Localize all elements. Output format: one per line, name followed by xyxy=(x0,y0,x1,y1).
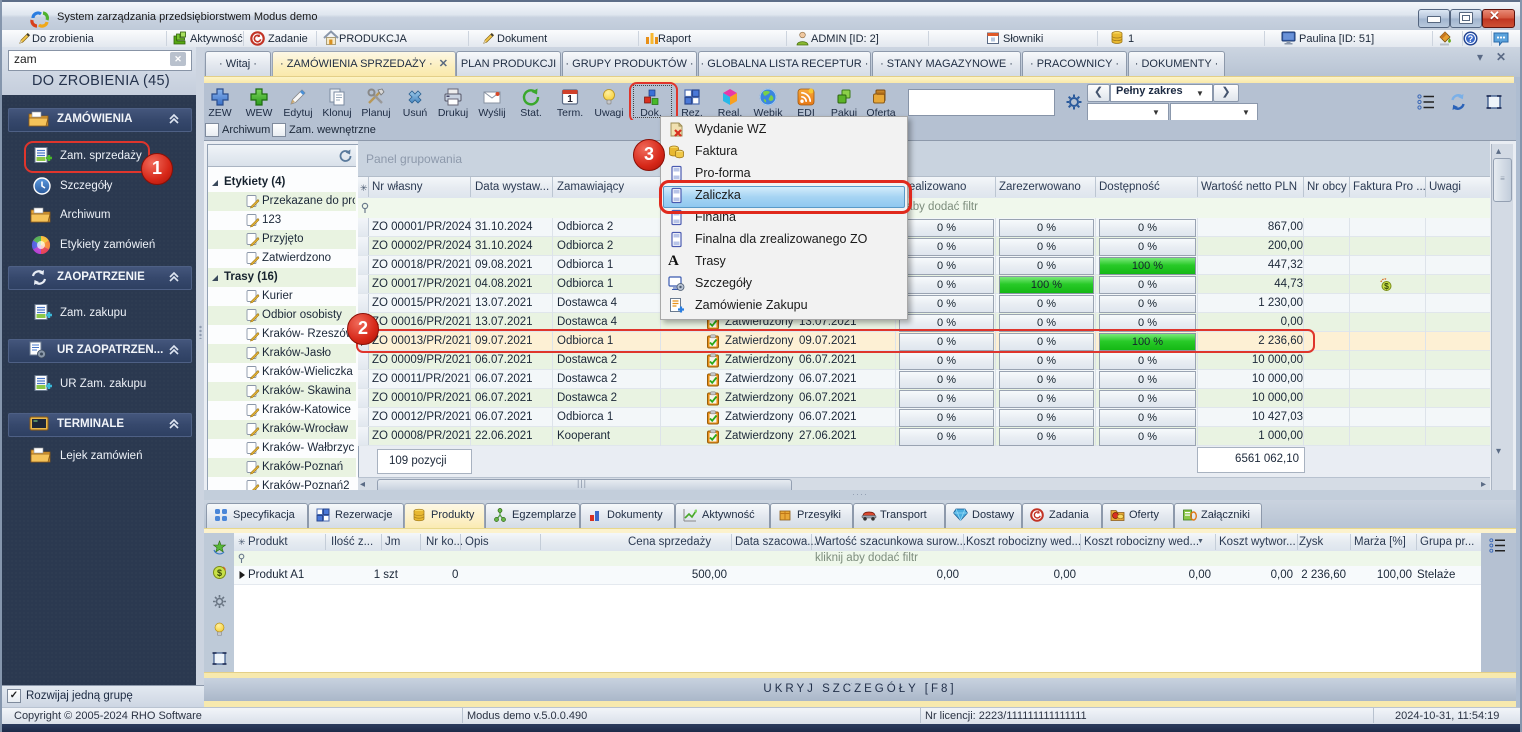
svg-text:$: $ xyxy=(1384,281,1389,291)
svg-text:$: $ xyxy=(217,568,222,578)
svg-text:?: ? xyxy=(1468,34,1474,44)
svg-text:1: 1 xyxy=(567,94,573,105)
